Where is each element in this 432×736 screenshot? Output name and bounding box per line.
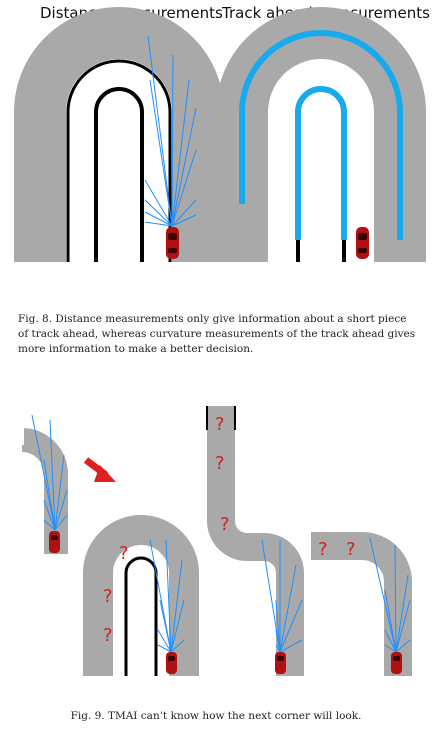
question-mark: ? [103, 625, 113, 646]
car-icon [275, 652, 286, 674]
question-mark: ? [215, 414, 225, 435]
arrow-icon [83, 457, 116, 482]
car-icon [391, 652, 402, 674]
question-mark: ? [215, 453, 225, 474]
car-icon [49, 531, 60, 553]
question-mark: ? [103, 586, 113, 607]
car-icon [166, 227, 179, 259]
figure-8-caption: Fig. 8. Distance measurements only give … [18, 313, 416, 355]
question-mark: ? [119, 543, 129, 564]
question-mark: ? [220, 514, 230, 535]
car-icon [356, 227, 369, 259]
figure-graphics: ? ? ? ? ? ? ? ? [14, 7, 426, 676]
question-mark: ? [318, 539, 328, 560]
figure-9-caption: Fig. 9. TMAI can’t know how the next cor… [70, 710, 362, 722]
car-icon [166, 652, 177, 674]
track-track-ahead [216, 7, 426, 262]
question-mark: ? [346, 539, 356, 560]
